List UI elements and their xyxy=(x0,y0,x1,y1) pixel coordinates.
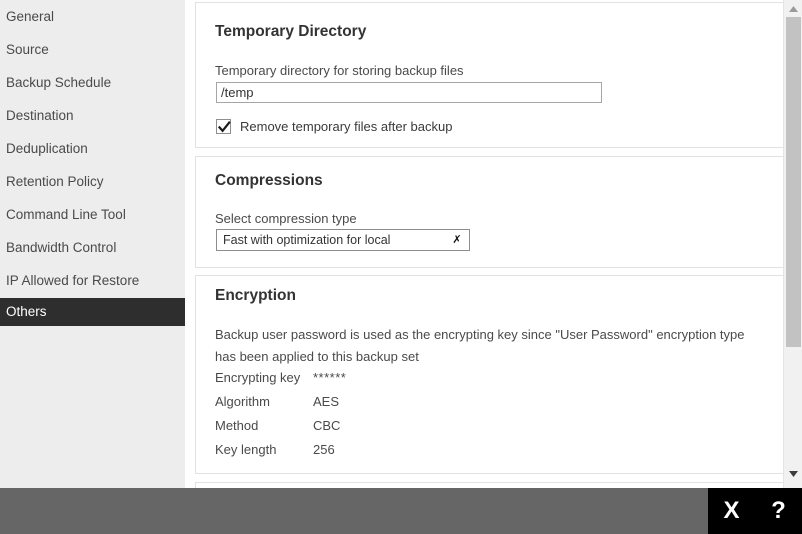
help-icon[interactable]: ? xyxy=(755,488,802,534)
sidebar-item-source[interactable]: Source xyxy=(0,36,185,64)
bottom-toolbar-actions: X ? xyxy=(708,488,802,534)
temporary-directory-field-label: Temporary directory for storing backup f… xyxy=(215,63,464,78)
encryption-title: Encryption xyxy=(215,287,296,305)
scrollbar-up-button[interactable] xyxy=(784,0,802,17)
encryption-row-encrypting-key: Encrypting key****** xyxy=(215,370,346,385)
encryption-algorithm-label: Algorithm xyxy=(215,394,313,409)
compression-type-label: Select compression type xyxy=(215,211,357,226)
temporary-directory-title: Temporary Directory xyxy=(215,23,366,41)
close-icon[interactable]: X xyxy=(708,488,755,534)
sidebar-item-backup-schedule[interactable]: Backup Schedule xyxy=(0,69,185,97)
settings-content: Temporary Directory Temporary directory … xyxy=(185,0,802,488)
encryption-key-value: ****** xyxy=(313,370,346,385)
sidebar-item-label: Command Line Tool xyxy=(6,207,126,222)
encryption-description: Backup user password is used as the encr… xyxy=(215,324,760,368)
encryption-row-algorithm: AlgorithmAES xyxy=(215,394,339,409)
compression-type-selected-value: Fast with optimization for local xyxy=(217,233,445,247)
settings-window: General Source Backup Schedule Destinati… xyxy=(0,0,802,534)
sidebar-item-label: Source xyxy=(6,42,49,57)
content-scrollbar[interactable] xyxy=(783,0,802,488)
sidebar-item-label: Backup Schedule xyxy=(6,75,111,90)
encryption-key-length-label: Key length xyxy=(215,442,313,457)
sidebar-item-label: Others xyxy=(6,304,47,319)
sidebar-item-destination[interactable]: Destination xyxy=(0,102,185,130)
sidebar-item-label: Deduplication xyxy=(6,141,88,156)
bottom-toolbar: X ? xyxy=(0,488,802,534)
encryption-key-label: Encrypting key xyxy=(215,370,313,385)
encryption-panel: Encryption Backup user password is used … xyxy=(195,275,784,474)
scrollbar-down-button[interactable] xyxy=(784,465,802,482)
triangle-up-icon xyxy=(789,6,798,12)
remove-temp-files-checkbox[interactable] xyxy=(216,119,231,134)
compressions-title: Compressions xyxy=(215,172,323,190)
sidebar-item-ip-allowed-for-restore[interactable]: IP Allowed for Restore xyxy=(0,267,185,295)
remove-temp-files-checkbox-row[interactable]: Remove temporary files after backup xyxy=(216,119,452,134)
compressions-panel: Compressions Select compression type Fas… xyxy=(195,156,784,268)
sidebar-item-others[interactable]: Others xyxy=(0,298,185,326)
sidebar-item-label: Retention Policy xyxy=(6,174,104,189)
encryption-method-label: Method xyxy=(215,418,313,433)
chevron-down-icon: ✗ xyxy=(445,235,469,246)
sidebar-item-bandwidth-control[interactable]: Bandwidth Control xyxy=(0,234,185,262)
scrollbar-thumb[interactable] xyxy=(786,17,801,347)
sidebar-item-retention-policy[interactable]: Retention Policy xyxy=(0,168,185,196)
remove-temp-files-label: Remove temporary files after backup xyxy=(240,119,452,134)
sidebar-item-label: Destination xyxy=(6,108,74,123)
encryption-algorithm-value: AES xyxy=(313,394,339,409)
sidebar-item-deduplication[interactable]: Deduplication xyxy=(0,135,185,163)
sidebar-item-general[interactable]: General xyxy=(0,3,185,31)
encryption-key-length-value: 256 xyxy=(313,442,335,457)
encryption-row-key-length: Key length256 xyxy=(215,442,335,457)
sidebar-item-label: Bandwidth Control xyxy=(6,240,116,255)
sidebar-item-label: General xyxy=(6,9,54,24)
triangle-down-icon xyxy=(789,471,798,477)
sidebar-item-label: IP Allowed for Restore xyxy=(6,273,139,288)
encryption-method-value: CBC xyxy=(313,418,340,433)
sidebar-item-command-line-tool[interactable]: Command Line Tool xyxy=(0,201,185,229)
compression-type-select[interactable]: Fast with optimization for local ✗ xyxy=(216,229,470,251)
encryption-row-method: MethodCBC xyxy=(215,418,340,433)
settings-sidebar: General Source Backup Schedule Destinati… xyxy=(0,0,185,488)
temporary-directory-input[interactable] xyxy=(216,82,602,103)
temporary-directory-panel: Temporary Directory Temporary directory … xyxy=(195,2,784,148)
